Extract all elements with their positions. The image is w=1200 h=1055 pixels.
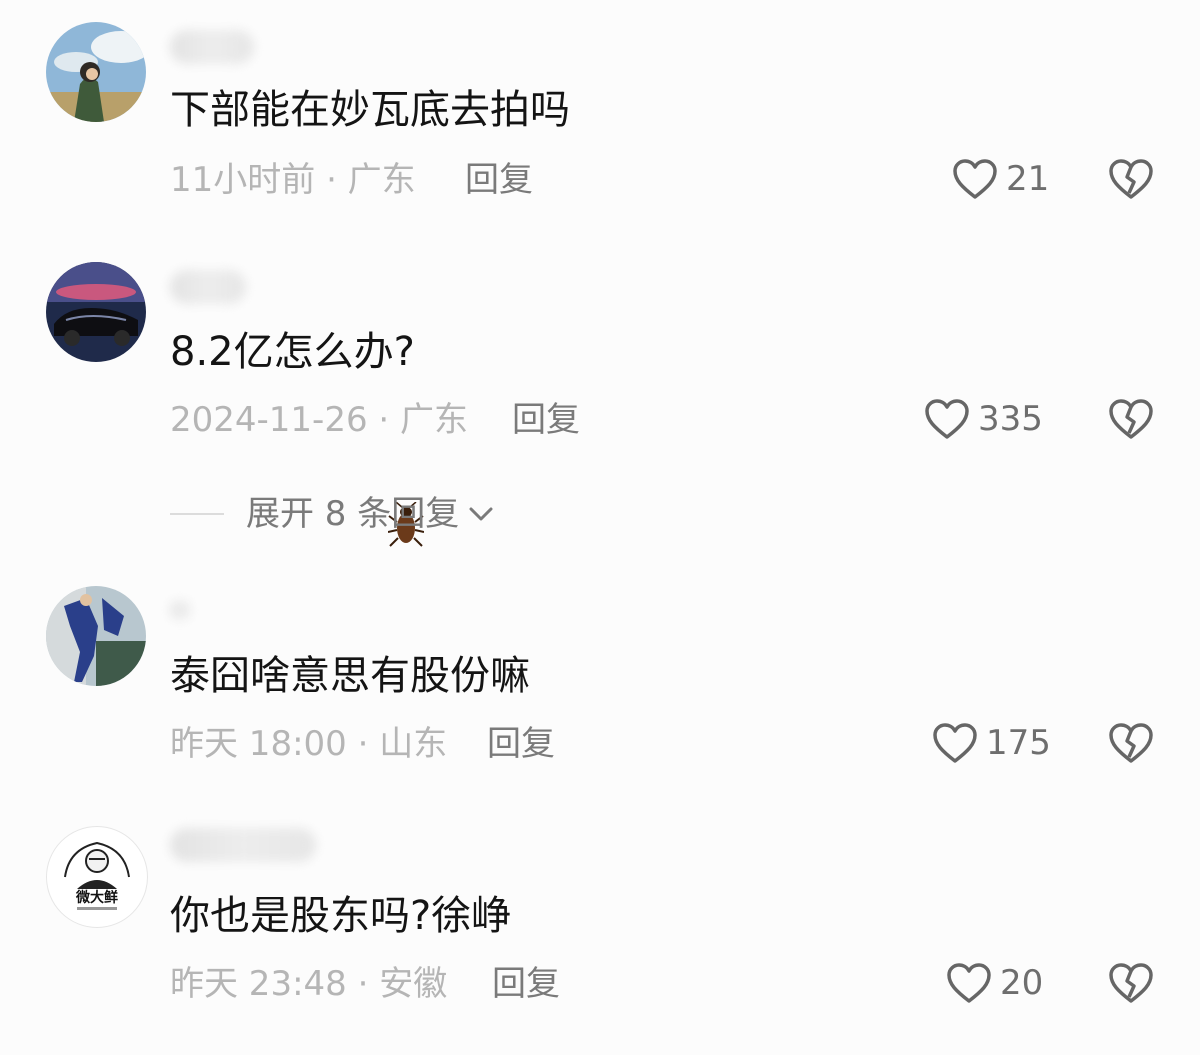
avatar[interactable] <box>46 22 146 122</box>
username-blurred[interactable] <box>170 600 190 620</box>
reply-button[interactable]: 回复 <box>487 724 555 764</box>
comment-item: 微大鲜 你也是股东吗?徐峥 昨天 23:48 · 安徽 回复 20 <box>0 804 1200 1055</box>
comment-text: 8.2亿怎么办? <box>170 329 415 375</box>
car-avatar-icon <box>46 262 146 362</box>
reply-button[interactable]: 回复 <box>492 964 560 1004</box>
expand-replies-button[interactable]: 展开 8 条回复 <box>170 490 495 538</box>
expand-replies-label: 展开 8 条回复 <box>246 494 460 534</box>
comment-text: 下部能在妙瓦底去拍吗 <box>170 87 570 133</box>
heart-icon <box>933 723 977 763</box>
heart-icon <box>953 159 997 199</box>
avatar[interactable] <box>46 262 146 362</box>
dislike-button[interactable] <box>1108 158 1154 204</box>
broken-heart-icon <box>1109 963 1153 1003</box>
comment-item: 8.2亿怎么办? 2024-11-26 · 广东 回复 335 <box>0 240 1200 547</box>
username-blurred[interactable] <box>170 270 246 304</box>
chevron-down-icon <box>469 507 493 521</box>
comment-text: 泰囧啥意思有股份嘛 <box>170 653 530 699</box>
comment-meta: 2024-11-26 · 广东 <box>170 400 469 440</box>
comment-meta: 昨天 18:00 · 山东 <box>170 724 448 764</box>
broken-heart-icon <box>1109 399 1153 439</box>
dislike-button[interactable] <box>1108 962 1154 1008</box>
girl-sky-avatar-icon <box>46 22 146 122</box>
reply-button[interactable]: 回复 <box>512 400 580 440</box>
like-button[interactable]: 335 <box>924 398 1043 440</box>
like-count: 21 <box>1006 159 1050 199</box>
like-count: 175 <box>986 723 1051 763</box>
comment-item: 下部能在妙瓦底去拍吗 11小时前 · 广东 回复 21 <box>0 0 1200 240</box>
dislike-button[interactable] <box>1108 398 1154 444</box>
broken-heart-icon <box>1109 723 1153 763</box>
broken-heart-icon <box>1109 159 1153 199</box>
like-button[interactable]: 20 <box>946 962 1043 1004</box>
comment-item: 泰囧啥意思有股份嘛 昨天 18:00 · 山东 回复 175 <box>0 564 1200 804</box>
avatar[interactable] <box>46 586 146 686</box>
divider-line <box>170 513 224 515</box>
avatar[interactable]: 微大鲜 <box>46 826 148 928</box>
like-button[interactable]: 21 <box>952 158 1049 200</box>
avatar-logo-text: 微大鲜 <box>75 889 118 906</box>
figure-avatar-icon <box>46 586 146 686</box>
like-button[interactable]: 175 <box>932 722 1051 764</box>
comment-meta: 11小时前 · 广东 <box>170 160 416 200</box>
like-count: 335 <box>978 399 1043 439</box>
heart-icon <box>947 963 991 1003</box>
username-blurred[interactable] <box>170 30 254 64</box>
comment-text: 你也是股东吗?徐峥 <box>170 893 512 939</box>
dislike-button[interactable] <box>1108 722 1154 768</box>
comment-meta: 昨天 23:48 · 安徽 <box>170 964 448 1004</box>
weidaxian-logo-avatar-icon: 微大鲜 <box>48 828 146 926</box>
heart-icon <box>925 399 969 439</box>
reply-button[interactable]: 回复 <box>465 160 533 200</box>
username-blurred[interactable] <box>170 828 316 862</box>
like-count: 20 <box>1000 963 1044 1003</box>
